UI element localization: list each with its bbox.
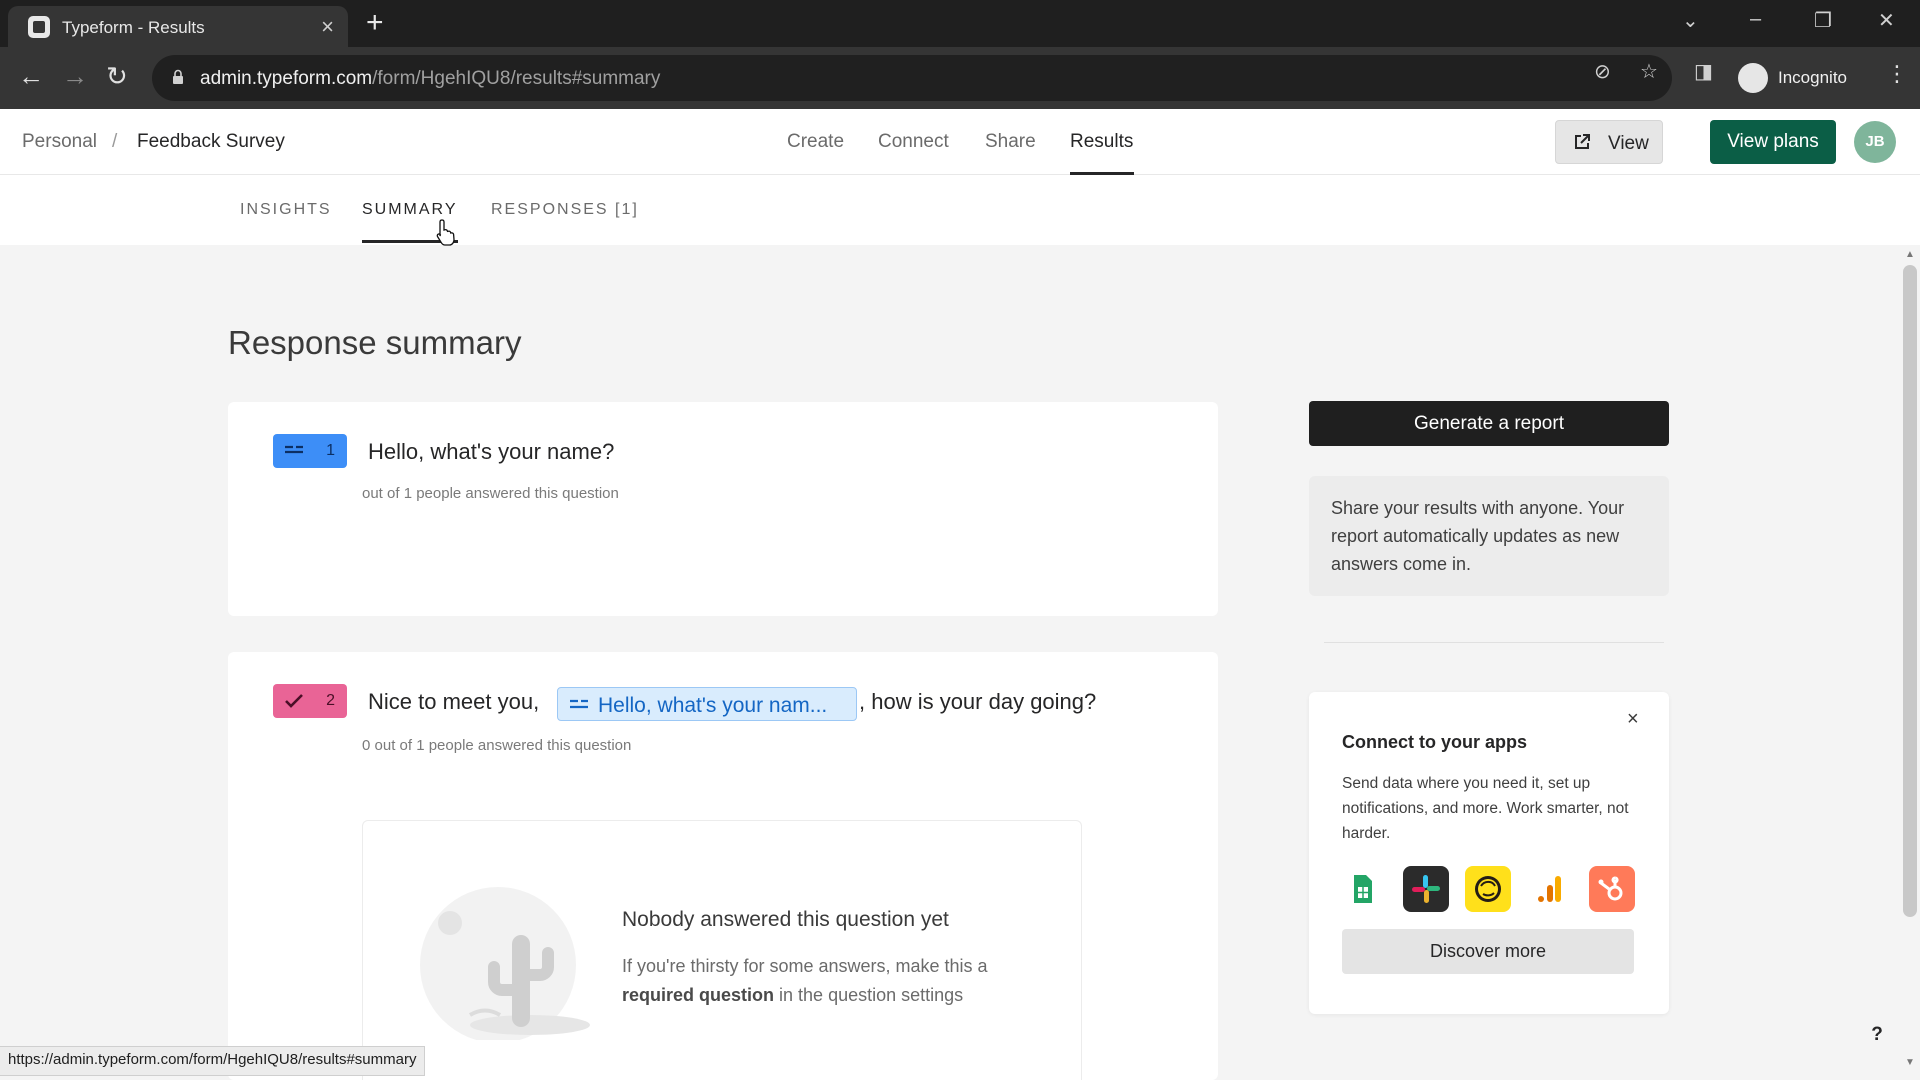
short-text-icon	[570, 699, 588, 709]
page-title: Response summary	[228, 324, 522, 361]
view-plans-button[interactable]: View plans	[1710, 120, 1836, 164]
app-header: Personal / Feedback Survey Create Connec…	[0, 109, 1920, 175]
hubspot-icon[interactable]	[1589, 866, 1635, 912]
back-icon[interactable]: ←	[18, 61, 44, 91]
minimize-icon[interactable]: –	[1750, 8, 1761, 31]
browser-tab[interactable]: Typeform - Results ×	[8, 6, 348, 47]
cactus-illustration-icon	[420, 887, 590, 1040]
external-link-icon	[1575, 134, 1590, 149]
page-scrollbar[interactable]: ▲ ▼	[1900, 245, 1920, 1080]
typeform-favicon-icon	[28, 16, 50, 38]
short-text-icon	[285, 445, 303, 454]
reload-icon[interactable]: ↻	[106, 61, 128, 91]
lock-icon	[173, 69, 183, 84]
bookmark-star-icon[interactable]: ☆	[1640, 59, 1658, 84]
question-number-badge: 1	[273, 434, 347, 468]
tab-search-icon[interactable]: ⌄	[1682, 8, 1699, 33]
tracking-blocked-icon[interactable]: ⊘	[1594, 59, 1611, 84]
generate-report-button[interactable]: Generate a report	[1309, 401, 1669, 446]
restore-icon[interactable]: ❐	[1814, 8, 1832, 33]
close-icon[interactable]: ×	[1627, 708, 1639, 731]
required-question-link: required question	[622, 985, 775, 1005]
question-answered-count: out of 1 people answered this question	[362, 485, 619, 502]
address-bar[interactable]: admin.typeform.com/form/HgehIQU8/results…	[152, 55, 1672, 101]
view-button[interactable]: View	[1555, 120, 1663, 164]
connect-apps-title: Connect to your apps	[1342, 732, 1528, 752]
report-info-text: Share your results with anyone. Your rep…	[1309, 476, 1669, 596]
user-avatar[interactable]: JB	[1854, 121, 1896, 163]
profile-label: Incognito	[1778, 68, 1847, 87]
help-icon[interactable]: ?	[1862, 1020, 1892, 1050]
new-tab-icon[interactable]: +	[366, 8, 384, 38]
nav-share[interactable]: Share	[985, 131, 1036, 153]
forward-icon[interactable]: →	[62, 61, 88, 91]
google-sheets-icon[interactable]	[1339, 866, 1385, 912]
browser-toolbar: ← → ↻ admin.typeform.com/form/HgehIQU8/r…	[0, 47, 1920, 109]
breadcrumb-personal[interactable]: Personal	[22, 131, 97, 153]
question-title-suffix: , how is your day going?	[859, 689, 1097, 714]
checkmark-icon	[285, 694, 303, 708]
hand-cursor-icon	[436, 219, 455, 246]
question-card	[228, 402, 1218, 616]
nav-create[interactable]: Create	[787, 131, 844, 153]
question-answered-count: 0 out of 1 people answered this question	[362, 737, 632, 754]
scroll-down-icon[interactable]: ▼	[1905, 1057, 1915, 1068]
view-button-label: View	[1608, 133, 1649, 154]
recall-answer-tag: Hello, what's your nam...	[557, 687, 857, 721]
browser-tab-bar: Typeform - Results × + ⌄ – ❐ ✕	[0, 0, 1920, 47]
link-status-bar: https://admin.typeform.com/form/HgehIQU8…	[0, 1046, 426, 1076]
empty-state-title: Nobody answered this question yet	[622, 908, 949, 931]
sidebar-divider	[1324, 642, 1664, 643]
mailchimp-icon[interactable]	[1465, 866, 1511, 912]
tab-title: Typeform - Results	[62, 18, 205, 37]
nav-results[interactable]: Results	[1070, 131, 1133, 153]
connect-apps-description: Send data where you need it, set up noti…	[1342, 775, 1629, 842]
results-subtabs: INSIGHTS SUMMARY RESPONSES [1]	[0, 175, 1920, 245]
window-close-icon[interactable]: ✕	[1878, 8, 1895, 33]
breadcrumb-current[interactable]: Feedback Survey	[137, 131, 285, 153]
tab-insights[interactable]: INSIGHTS	[240, 201, 332, 219]
google-analytics-icon[interactable]	[1527, 866, 1573, 912]
nav-connect[interactable]: Connect	[878, 131, 949, 153]
tab-summary[interactable]: SUMMARY	[362, 201, 458, 219]
question-title: Hello, what's your name?	[368, 439, 615, 464]
slack-icon[interactable]	[1403, 866, 1449, 912]
close-tab-icon[interactable]: ×	[321, 14, 334, 40]
url-text: admin.typeform.com/form/HgehIQU8/results…	[200, 68, 661, 89]
breadcrumb-separator: /	[112, 131, 118, 152]
tab-responses[interactable]: RESPONSES [1]	[491, 201, 639, 219]
scroll-up-icon[interactable]: ▲	[1905, 249, 1915, 260]
discover-more-button[interactable]: Discover more	[1342, 929, 1634, 974]
incognito-icon	[1738, 63, 1768, 93]
empty-state-description: If you're thirsty for some answers, make…	[622, 956, 988, 1005]
question-number-badge: 2	[273, 684, 347, 718]
question-title-prefix: Nice to meet you,	[368, 689, 540, 714]
side-panel-icon[interactable]: ◨	[1694, 59, 1713, 84]
browser-menu-icon[interactable]: ⋮	[1886, 61, 1908, 87]
scrollbar-thumb[interactable]	[1903, 265, 1917, 917]
